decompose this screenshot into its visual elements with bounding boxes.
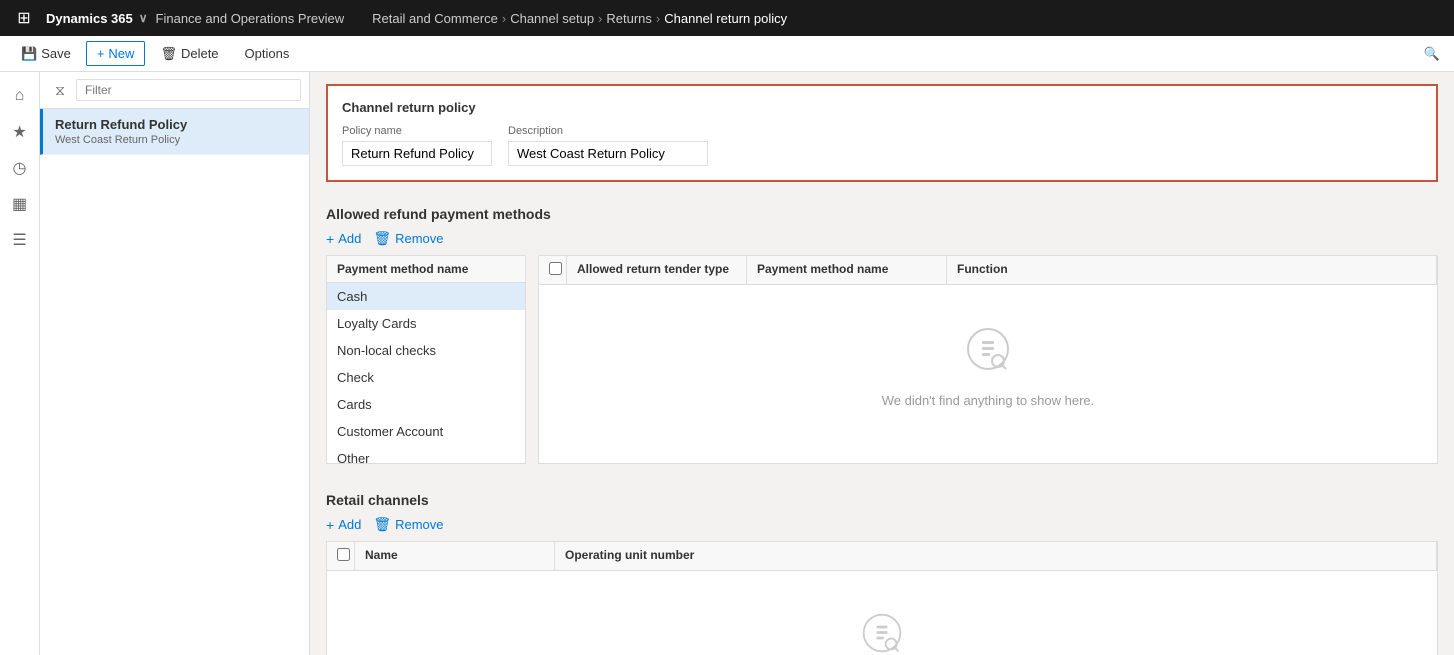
workspace-icon[interactable]: ▦ xyxy=(4,188,36,220)
refund-empty-state: We didn't find anything to show here. xyxy=(539,285,1437,448)
retail-add-icon: + xyxy=(326,517,334,533)
options-label: Options xyxy=(245,46,290,61)
side-icons: ⌂ ★ ◷ ▦ ☰ xyxy=(0,72,40,655)
payment-item-other[interactable]: Other xyxy=(327,445,525,463)
save-label: Save xyxy=(41,46,71,61)
breadcrumb-channel[interactable]: Channel setup xyxy=(510,11,594,26)
waffle-icon[interactable]: ⊞ xyxy=(10,4,38,32)
description-group: Description xyxy=(508,125,708,166)
payment-item-cards[interactable]: Cards xyxy=(327,391,525,418)
refund-section-title: Allowed refund payment methods xyxy=(326,194,1438,230)
policy-name-group: Policy name xyxy=(342,125,492,166)
new-button[interactable]: + New xyxy=(86,41,146,66)
new-label: New xyxy=(108,46,134,61)
retail-th-unit: Operating unit number xyxy=(555,542,1437,570)
favorites-icon[interactable]: ★ xyxy=(4,116,36,148)
payment-item-loyalty[interactable]: Loyalty Cards xyxy=(327,310,525,337)
sep2: › xyxy=(598,11,602,26)
list-panel: ⧖ Return Refund Policy West Coast Return… xyxy=(40,72,310,655)
delete-button[interactable]: 🗑 Delete xyxy=(149,41,229,67)
save-button[interactable]: 💾 Save xyxy=(10,41,82,67)
retail-section: Retail channels + Add 🗑 Remove Name O xyxy=(326,480,1438,655)
filter-icon[interactable]: ⧖ xyxy=(48,78,72,102)
retail-add-button[interactable]: + Add xyxy=(326,517,361,533)
refund-section: Allowed refund payment methods + Add 🗑 R… xyxy=(326,194,1438,464)
filter-input[interactable] xyxy=(76,79,301,101)
delete-icon: 🗑 xyxy=(160,46,177,62)
toolbar: 💾 Save + New 🗑 Delete Options 🔍 xyxy=(0,36,1454,72)
empty-icon xyxy=(964,325,1012,385)
refund-table-header: Allowed return tender type Payment metho… xyxy=(539,256,1437,285)
retail-table-header: Name Operating unit number xyxy=(327,542,1437,571)
content-area: Channel return policy Policy name Descri… xyxy=(310,72,1454,655)
top-bar: ⊞ Dynamics 365 ∨ Finance and Operations … xyxy=(0,0,1454,36)
delete-label: Delete xyxy=(181,46,219,61)
retail-th-check[interactable] xyxy=(327,542,355,570)
breadcrumb-current: Channel return policy xyxy=(664,11,787,26)
right-table: Allowed return tender type Payment metho… xyxy=(538,255,1438,464)
payment-method-header: Payment method name xyxy=(327,256,525,283)
save-icon: 💾 xyxy=(21,46,37,62)
new-icon: + xyxy=(97,46,105,61)
th-check[interactable] xyxy=(539,256,567,284)
policy-name-input[interactable] xyxy=(342,141,492,166)
refund-add-label: Add xyxy=(338,231,361,246)
retail-remove-label: Remove xyxy=(395,517,443,532)
main-layout: ⌂ ★ ◷ ▦ ☰ ⧖ Return Refund Policy West Co… xyxy=(0,72,1454,655)
sep3: › xyxy=(656,11,660,26)
payment-item-customer[interactable]: Customer Account xyxy=(327,418,525,445)
item-title: Return Refund Policy xyxy=(55,117,297,132)
sep1: › xyxy=(502,11,506,26)
home-icon[interactable]: ⌂ xyxy=(4,80,36,112)
refund-add-icon: + xyxy=(326,231,334,247)
item-subtitle: West Coast Return Policy xyxy=(55,134,297,146)
brand: Dynamics 365 ∨ xyxy=(46,11,148,26)
app-name: Finance and Operations Preview xyxy=(156,11,345,26)
form-section-title: Channel return policy xyxy=(342,100,1422,115)
th-method: Payment method name xyxy=(747,256,947,284)
list-icon[interactable]: ☰ xyxy=(4,224,36,256)
retail-th-name: Name xyxy=(355,542,555,570)
description-input[interactable] xyxy=(508,141,708,166)
retail-empty-state: We didn't find anything to show here. xyxy=(327,571,1437,655)
options-button[interactable]: Options xyxy=(234,41,301,66)
description-label: Description xyxy=(508,125,708,137)
list-item[interactable]: Return Refund Policy West Coast Return P… xyxy=(40,109,309,155)
payment-method-items: Cash Loyalty Cards Non-local checks Chec… xyxy=(327,283,525,463)
retail-check-all[interactable] xyxy=(337,548,350,561)
payment-item-cash[interactable]: Cash xyxy=(327,283,525,310)
breadcrumb-returns[interactable]: Returns xyxy=(606,11,652,26)
retail-remove-icon: 🗑 xyxy=(373,516,391,533)
brand-chevron[interactable]: ∨ xyxy=(139,11,148,25)
payment-item-nonlocal[interactable]: Non-local checks xyxy=(327,337,525,364)
retail-empty-icon xyxy=(860,611,904,655)
check-all[interactable] xyxy=(549,262,562,275)
retail-add-label: Add xyxy=(338,517,361,532)
retail-section-title: Retail channels xyxy=(326,480,1438,516)
refund-empty-text: We didn't find anything to show here. xyxy=(882,393,1095,408)
refund-remove-button[interactable]: 🗑 Remove xyxy=(373,230,443,247)
refund-remove-icon: 🗑 xyxy=(373,230,391,247)
payment-item-check[interactable]: Check xyxy=(327,364,525,391)
refund-section-toolbar: + Add 🗑 Remove xyxy=(326,230,1438,247)
list-scroll: Return Refund Policy West Coast Return P… xyxy=(40,109,309,655)
brand-name: Dynamics 365 xyxy=(46,11,133,26)
search-button[interactable]: 🔍 xyxy=(1420,42,1444,66)
retail-remove-button[interactable]: 🗑 Remove xyxy=(373,516,443,533)
payment-method-list: Payment method name Cash Loyalty Cards N… xyxy=(326,255,526,464)
payment-dropdown: Payment method name Cash Loyalty Cards N… xyxy=(326,255,1438,464)
form-row: Policy name Description xyxy=(342,125,1422,166)
retail-table: Name Operating unit number xyxy=(326,541,1438,655)
refund-add-button[interactable]: + Add xyxy=(326,231,361,247)
list-panel-toolbar: ⧖ xyxy=(40,72,309,109)
breadcrumb-retail[interactable]: Retail and Commerce xyxy=(372,11,498,26)
breadcrumb: Retail and Commerce › Channel setup › Re… xyxy=(372,11,787,26)
th-tender: Allowed return tender type xyxy=(567,256,747,284)
recent-icon[interactable]: ◷ xyxy=(4,152,36,184)
refund-remove-label: Remove xyxy=(395,231,443,246)
retail-section-toolbar: + Add 🗑 Remove xyxy=(326,516,1438,533)
policy-form: Channel return policy Policy name Descri… xyxy=(326,84,1438,182)
th-function: Function xyxy=(947,256,1437,284)
policy-name-label: Policy name xyxy=(342,125,492,137)
